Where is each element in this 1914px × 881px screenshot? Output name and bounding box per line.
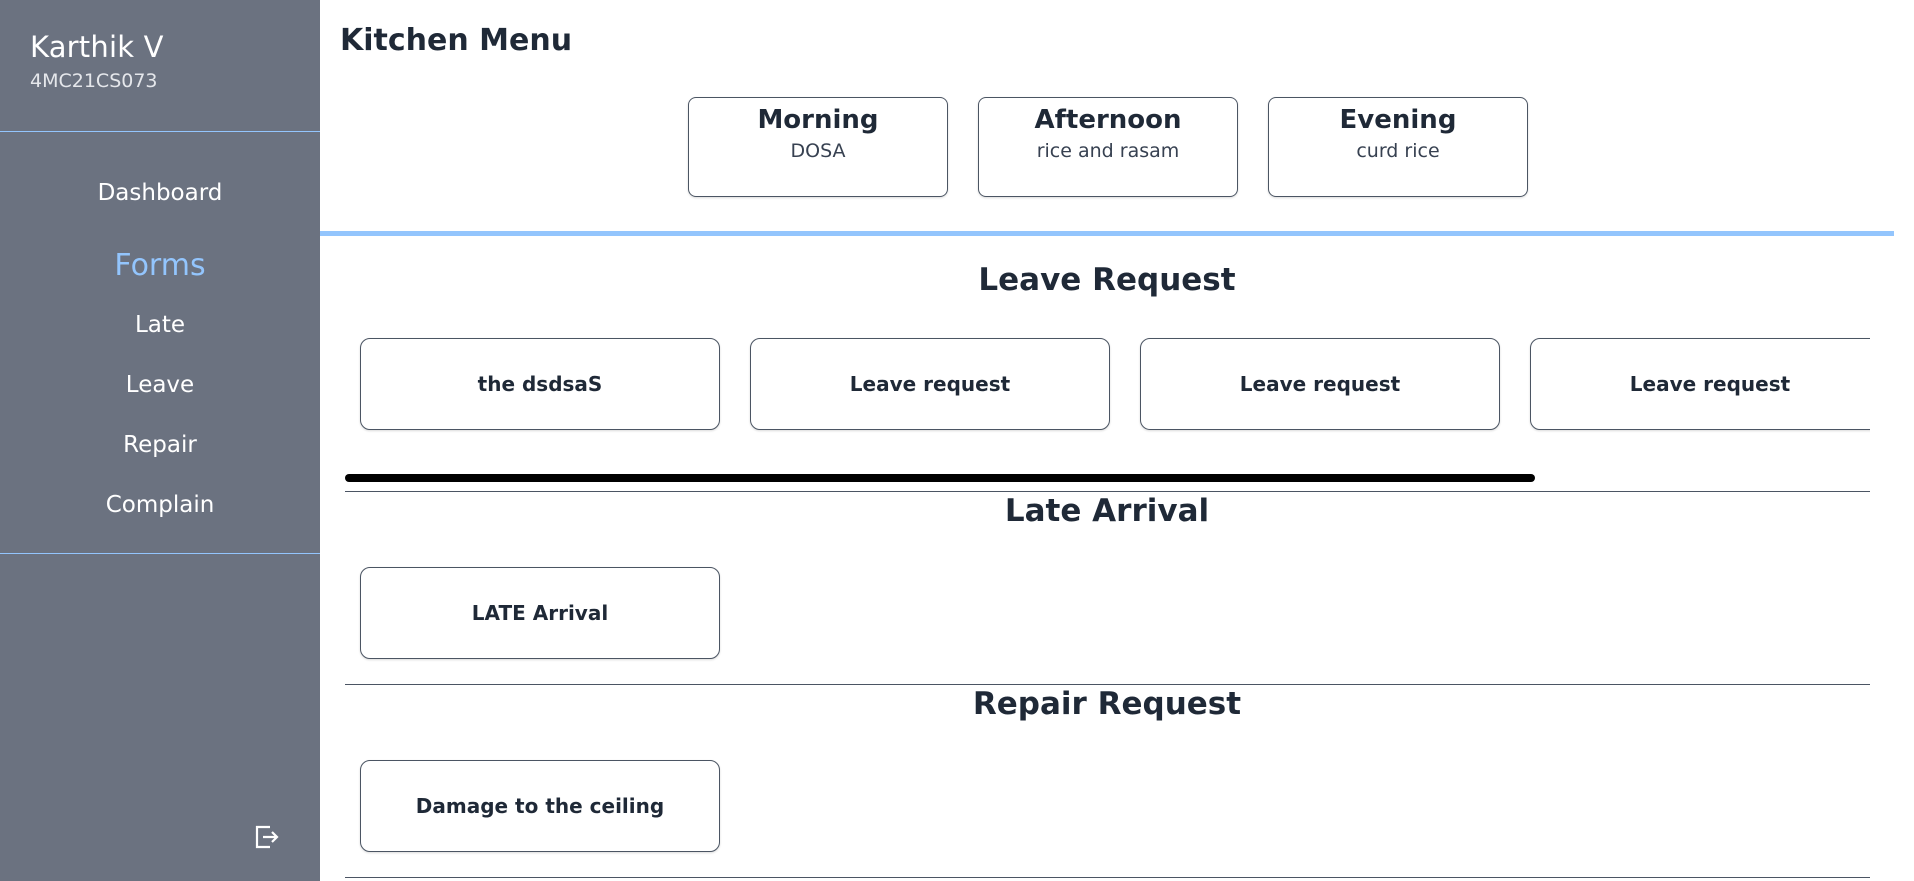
user-id: 4MC21CS073 — [30, 70, 158, 92]
repair-request-card[interactable]: Damage to the ceiling — [360, 760, 720, 852]
user-name: Karthik V — [30, 30, 164, 64]
leave-request-card[interactable]: the dsdsaS — [360, 338, 720, 430]
sidebar: Karthik V 4MC21CS073 Dashboard Forms Lat… — [0, 0, 320, 881]
horizontal-scrollbar[interactable] — [345, 474, 1535, 482]
meal-card-afternoon: Afternoon rice and rasam — [978, 97, 1238, 197]
meal-name: Evening — [1339, 105, 1457, 135]
nav-leave[interactable]: Leave — [0, 372, 320, 398]
user-profile: Karthik V 4MC21CS073 — [0, 0, 320, 132]
meal-food: rice and rasam — [1036, 140, 1180, 162]
meal-name: Morning — [757, 105, 879, 135]
meal-food: curd rice — [1356, 140, 1440, 162]
leave-request-card[interactable]: Leave request — [1530, 338, 1870, 430]
meal-card-evening: Evening curd rice — [1268, 97, 1528, 197]
nav-dashboard[interactable]: Dashboard — [0, 180, 320, 206]
main-content: Kitchen Menu Morning DOSA Afternoon rice… — [320, 0, 1894, 881]
late-arrival-title: Late Arrival — [1004, 493, 1210, 529]
divider-line — [345, 684, 1870, 685]
sidebar-nav: Dashboard Forms Late Leave Repair Compla… — [0, 132, 320, 554]
section-divider — [320, 231, 1894, 236]
kitchen-menu-title: Kitchen Menu — [340, 23, 573, 58]
leave-request-title: Leave Request — [978, 262, 1236, 298]
meal-name: Afternoon — [1034, 105, 1182, 135]
late-arrival-card[interactable]: LATE Arrival — [360, 567, 720, 659]
divider-line — [345, 877, 1870, 878]
meal-food: DOSA — [790, 140, 846, 162]
nav-repair[interactable]: Repair — [0, 432, 320, 458]
leave-request-list: the dsdsaS Leave request Leave request L… — [320, 330, 1870, 440]
leave-request-card[interactable]: Leave request — [750, 338, 1110, 430]
leave-request-card[interactable]: Leave request — [1140, 338, 1500, 430]
nav-late[interactable]: Late — [0, 312, 320, 338]
nav-complain[interactable]: Complain — [0, 492, 320, 518]
divider-line — [345, 491, 1870, 492]
nav-forms-heading: Forms — [114, 248, 206, 283]
logout-icon[interactable] — [254, 823, 280, 851]
repair-request-title: Repair Request — [972, 686, 1242, 722]
meal-card-morning: Morning DOSA — [688, 97, 948, 197]
